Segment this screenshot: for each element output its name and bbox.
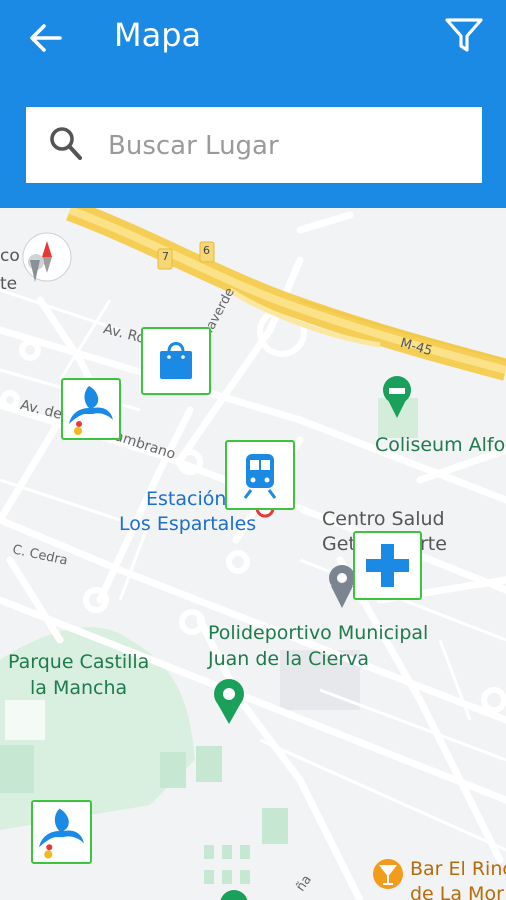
filter-icon xyxy=(445,18,483,52)
medical-cross-icon xyxy=(366,544,409,587)
poi-marker-bank-1[interactable] xyxy=(61,378,121,440)
caixa-bank-icon xyxy=(39,808,84,859)
poi-marker-bank-2[interactable] xyxy=(31,800,92,864)
place-label-coliseum: Coliseum Alfo xyxy=(375,434,506,456)
place-label-polideportivo-line1: Polideportivo Municipal xyxy=(208,622,429,644)
poi-marker-train-station[interactable] xyxy=(225,440,295,510)
search-bar xyxy=(26,107,482,183)
train-icon xyxy=(243,454,277,499)
poi-marker-shopping[interactable] xyxy=(141,327,211,395)
map-view[interactable]: 7 6 M-45 Av. Ro Av. de Cambrano Ctra. de… xyxy=(0,208,506,900)
place-label-parque-line1: Parque Castilla xyxy=(8,651,150,673)
highway-6-label: 6 xyxy=(203,244,210,257)
place-label-bar-line1: Bar El Rinc xyxy=(410,858,506,880)
arrow-left-icon xyxy=(30,24,62,52)
place-label-centro-salud-line2-end: rte xyxy=(420,533,447,555)
highway-7-label: 7 xyxy=(162,250,169,263)
edge-label-co: co xyxy=(0,246,20,266)
shopping-bag-icon xyxy=(160,342,192,379)
place-label-centro-salud-line1: Centro Salud xyxy=(322,508,445,530)
place-label-parque-line2: la Mancha xyxy=(30,677,128,699)
search-icon xyxy=(50,127,83,161)
place-label-polideportivo-line2: Juan de la Cierva xyxy=(208,648,370,670)
back-button[interactable] xyxy=(26,20,66,56)
caixa-bank-icon xyxy=(69,386,113,435)
poi-marker-health-center[interactable] xyxy=(353,531,422,600)
filter-button[interactable] xyxy=(444,16,484,54)
page-title: Mapa xyxy=(114,16,202,54)
search-input[interactable] xyxy=(106,125,470,167)
place-label-estacion-line1: Estación xyxy=(146,488,227,510)
place-label-bar-line2: de La Mor xyxy=(410,883,504,900)
app-bar: Mapa xyxy=(0,0,506,208)
place-label-estacion-line2: Los Espartales xyxy=(119,513,257,535)
edge-label-te: te xyxy=(0,274,18,294)
